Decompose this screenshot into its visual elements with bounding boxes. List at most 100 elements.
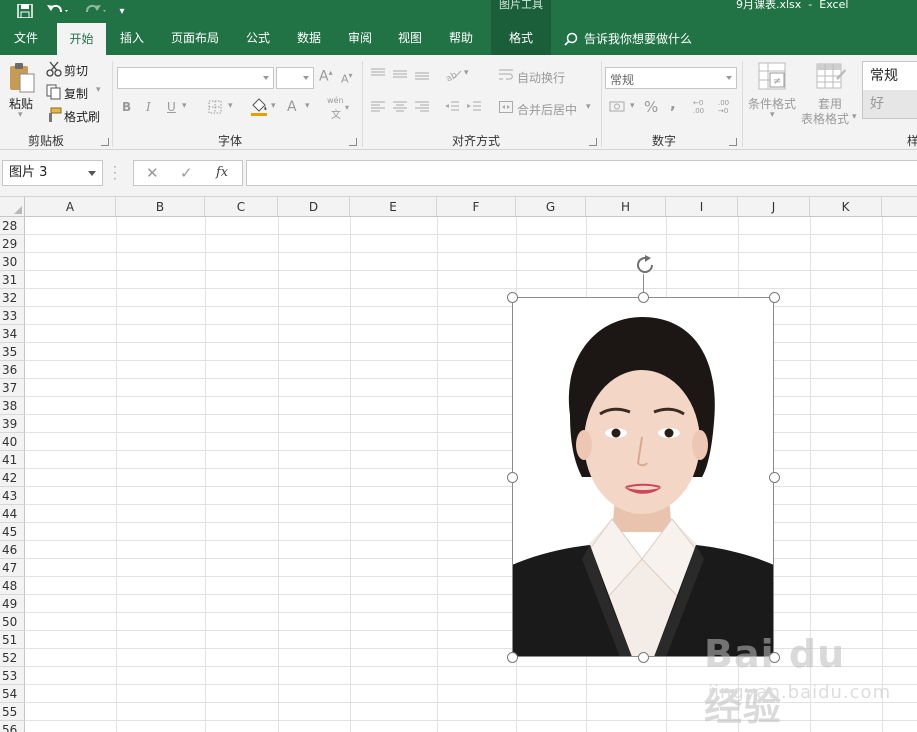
style-good[interactable]: 好 <box>863 90 917 118</box>
column-header-j[interactable]: J <box>738 197 810 216</box>
resize-handle-left[interactable] <box>507 472 518 483</box>
tab-format[interactable]: 格式 <box>491 22 551 55</box>
increase-decimal-button[interactable]: ←0 .00 <box>693 99 711 115</box>
row-header-42[interactable]: 42 <box>0 469 25 487</box>
paste-dropdown-icon[interactable]: ▾ <box>18 110 23 120</box>
row-header-53[interactable]: 53 <box>0 667 25 685</box>
row-header-46[interactable]: 46 <box>0 541 25 559</box>
row-header-33[interactable]: 33 <box>0 307 25 325</box>
merge-center-button[interactable]: 合并后居中 <box>517 101 577 118</box>
format-as-table-dropdown-icon[interactable]: ▾ <box>852 112 857 122</box>
decrease-decimal-button[interactable]: .00 →0 <box>718 99 736 115</box>
resize-handle-right[interactable] <box>769 472 780 483</box>
cut-icon[interactable] <box>45 60 63 78</box>
column-header-f[interactable]: F <box>437 197 516 216</box>
save-icon[interactable] <box>14 0 36 22</box>
cancel-icon[interactable]: ✕ <box>146 161 159 185</box>
row-header-41[interactable]: 41 <box>0 451 25 469</box>
insert-function-icon[interactable]: fx <box>216 161 228 185</box>
row-header-56[interactable]: 56 <box>0 721 25 732</box>
column-header-b[interactable]: B <box>116 197 205 216</box>
borders-icon[interactable] <box>207 99 223 115</box>
column-header-i[interactable]: I <box>666 197 738 216</box>
style-normal[interactable]: 常规 <box>863 62 917 90</box>
redo-icon[interactable] <box>82 0 110 22</box>
orientation-icon[interactable]: ab <box>444 66 462 82</box>
undo-icon[interactable] <box>44 0 72 22</box>
resize-handle-bottom[interactable] <box>638 652 649 663</box>
row-header-43[interactable]: 43 <box>0 487 25 505</box>
resize-handle-bottom-left[interactable] <box>507 652 518 663</box>
format-as-table-icon[interactable] <box>815 61 847 93</box>
orientation-dropdown-icon[interactable]: ▾ <box>464 68 469 78</box>
row-header-48[interactable]: 48 <box>0 577 25 595</box>
tab-file[interactable]: 文件 <box>0 22 52 55</box>
tab-data[interactable]: 数据 <box>285 22 333 55</box>
align-top-icon[interactable] <box>370 67 386 81</box>
align-middle-icon[interactable] <box>392 67 408 81</box>
tab-home[interactable]: 开始 <box>57 23 106 55</box>
row-header-44[interactable]: 44 <box>0 505 25 523</box>
increase-indent-icon[interactable] <box>466 100 482 114</box>
paste-icon[interactable] <box>6 61 38 95</box>
row-header-52[interactable]: 52 <box>0 649 25 667</box>
align-bottom-icon[interactable] <box>414 67 430 81</box>
format-painter-icon[interactable] <box>45 106 63 124</box>
italic-button[interactable]: I <box>146 100 151 114</box>
row-header-38[interactable]: 38 <box>0 397 25 415</box>
row-header-55[interactable]: 55 <box>0 703 25 721</box>
bold-button[interactable]: B <box>122 100 131 114</box>
row-header-45[interactable]: 45 <box>0 523 25 541</box>
copy-dropdown-icon[interactable]: ▾ <box>96 85 101 95</box>
font-name-select[interactable] <box>117 67 274 89</box>
wrap-text-button[interactable]: 自动换行 <box>517 69 565 86</box>
row-header-36[interactable]: 36 <box>0 361 25 379</box>
row-header-32[interactable]: 32 <box>0 289 25 307</box>
rotate-handle-icon[interactable] <box>633 254 657 276</box>
row-header-34[interactable]: 34 <box>0 325 25 343</box>
underline-dropdown-icon[interactable]: ▾ <box>182 101 187 111</box>
column-header-a[interactable]: A <box>25 197 116 216</box>
row-header-50[interactable]: 50 <box>0 613 25 631</box>
align-left-icon[interactable] <box>370 100 386 114</box>
column-header-h[interactable]: H <box>586 197 666 216</box>
row-header-29[interactable]: 29 <box>0 235 25 253</box>
row-header-39[interactable]: 39 <box>0 415 25 433</box>
font-color-button[interactable]: A <box>287 99 297 115</box>
number-launcher-icon[interactable] <box>729 138 737 146</box>
tab-page-layout[interactable]: 页面布局 <box>160 22 230 55</box>
accounting-dropdown-icon[interactable]: ▾ <box>630 101 635 111</box>
fill-color-dropdown-icon[interactable]: ▾ <box>271 101 276 111</box>
merge-center-icon[interactable] <box>498 100 514 114</box>
column-header-e[interactable]: E <box>350 197 437 216</box>
percent-style-button[interactable]: % <box>644 98 658 116</box>
clipboard-launcher-icon[interactable] <box>101 138 109 146</box>
column-header-c[interactable]: C <box>205 197 278 216</box>
column-header-d[interactable]: D <box>278 197 350 216</box>
row-header-30[interactable]: 30 <box>0 253 25 271</box>
cell-styles-gallery[interactable]: 常规 好 <box>862 61 917 119</box>
tab-help[interactable]: 帮助 <box>437 22 485 55</box>
row-header-49[interactable]: 49 <box>0 595 25 613</box>
underline-button[interactable]: U <box>167 100 176 114</box>
select-all-button[interactable] <box>0 197 25 216</box>
font-size-select[interactable] <box>276 67 314 89</box>
comma-style-button[interactable]: , <box>670 95 676 113</box>
formula-input[interactable] <box>246 160 917 186</box>
phonetic-guide-button[interactable]: wén <box>327 96 344 105</box>
column-header-g[interactable]: G <box>516 197 586 216</box>
row-header-31[interactable]: 31 <box>0 271 25 289</box>
phonetic-dropdown-icon[interactable]: ▾ <box>345 103 349 112</box>
tell-me-box[interactable]: 告诉我你想要做什么 <box>564 22 692 55</box>
conditional-formatting-dropdown-icon[interactable]: ▾ <box>770 110 775 120</box>
copy-button[interactable]: 复制 <box>64 85 88 102</box>
enter-icon[interactable]: ✓ <box>180 161 193 185</box>
copy-icon[interactable] <box>45 83 63 101</box>
font-launcher-icon[interactable] <box>349 138 357 146</box>
align-center-icon[interactable] <box>392 100 408 114</box>
row-header-28[interactable]: 28 <box>0 217 25 235</box>
tab-view[interactable]: 视图 <box>386 22 434 55</box>
number-format-select[interactable]: 常规 <box>605 67 737 89</box>
row-header-47[interactable]: 47 <box>0 559 25 577</box>
column-header-k[interactable]: K <box>810 197 882 216</box>
